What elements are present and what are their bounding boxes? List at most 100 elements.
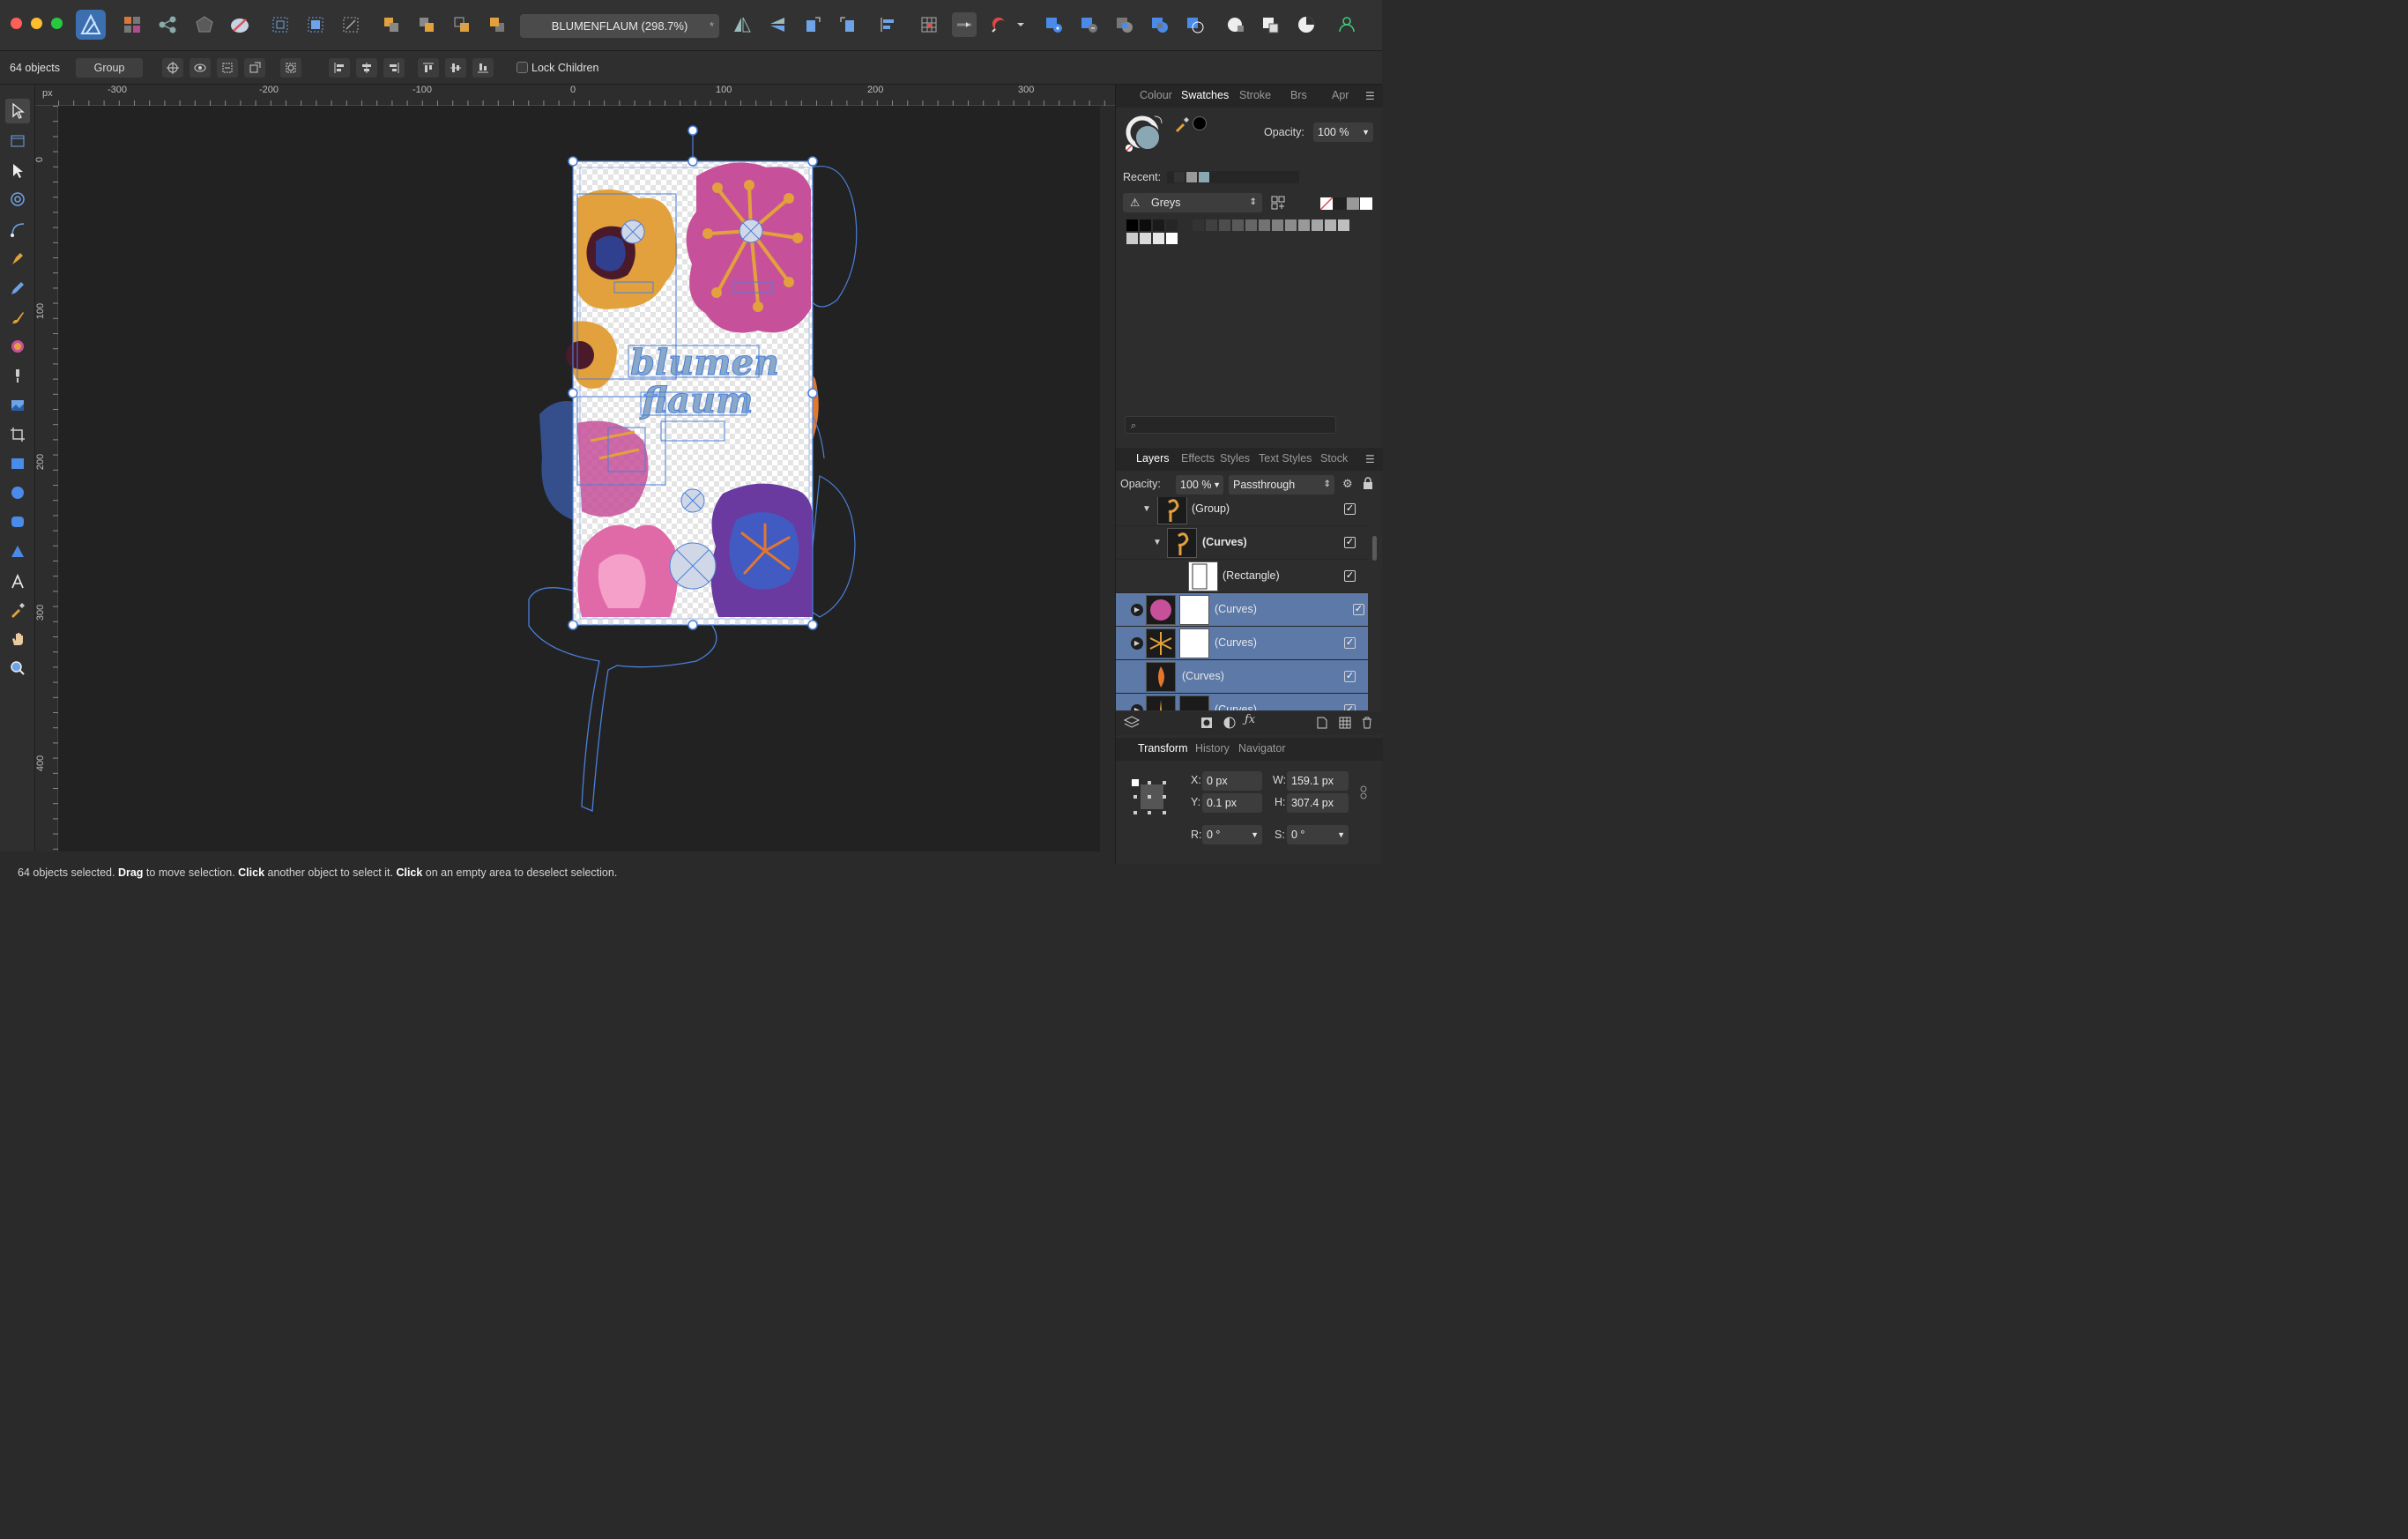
tab-effects[interactable]: Effects xyxy=(1181,452,1215,465)
transparency-tool-icon[interactable] xyxy=(5,363,30,388)
layer-visibility-checkbox[interactable]: ✓ xyxy=(1344,704,1356,710)
blend-mode-select[interactable]: Passthrough ⇕ xyxy=(1229,475,1334,494)
rotate-left-icon[interactable] xyxy=(800,12,825,37)
ellipse-tool-icon[interactable] xyxy=(5,480,30,505)
tab-colour[interactable]: Colour xyxy=(1140,89,1172,101)
snapping-magnet-icon[interactable] xyxy=(987,12,1012,37)
rotation-field[interactable]: 0 ° ▼ xyxy=(1202,825,1262,844)
expand-triangle-icon[interactable]: ▶ xyxy=(1131,604,1143,616)
move-to-back-icon[interactable] xyxy=(379,12,404,37)
snapping-options-chevron-icon[interactable] xyxy=(1014,12,1028,37)
pen-tool-icon[interactable] xyxy=(5,246,30,271)
expand-triangle-icon[interactable]: ▶ xyxy=(1131,637,1143,650)
fill-stroke-wells[interactable] xyxy=(1125,115,1165,155)
crop-tool-icon[interactable] xyxy=(5,422,30,447)
close-window-button[interactable] xyxy=(11,18,22,29)
group-button[interactable]: Group xyxy=(76,58,143,78)
boolean-intersect-icon[interactable] xyxy=(1112,12,1137,37)
rotate-mode-icon[interactable] xyxy=(280,58,301,78)
grid-icon[interactable] xyxy=(268,12,293,37)
chevron-down-icon[interactable]: ▼ xyxy=(1151,537,1163,549)
canvas[interactable]: blumen flaum xyxy=(58,106,1100,851)
eye-icon[interactable] xyxy=(190,58,211,78)
boolean-xor-icon[interactable] xyxy=(1148,12,1172,37)
rotate-right-icon[interactable] xyxy=(836,12,860,37)
layers-scrollbar[interactable] xyxy=(1372,536,1377,561)
layer-row[interactable]: ▼ (Curves) ✓ xyxy=(1116,526,1368,560)
export-persona-icon[interactable] xyxy=(155,12,180,37)
pencil-tool-icon[interactable] xyxy=(5,276,30,301)
link-proportions-icon[interactable] xyxy=(1360,785,1367,802)
x-position-field[interactable]: 0 px xyxy=(1202,771,1262,791)
layer-visibility-checkbox[interactable]: ✓ xyxy=(1344,637,1356,649)
resize-icon[interactable] xyxy=(244,58,265,78)
pixel-persona-icon[interactable] xyxy=(120,12,145,37)
tab-history[interactable]: History xyxy=(1195,742,1230,755)
align-right-icon[interactable] xyxy=(383,58,405,78)
width-field[interactable]: 159.1 px xyxy=(1287,771,1349,791)
tab-navigator[interactable]: Navigator xyxy=(1238,742,1286,755)
boolean-add-icon[interactable] xyxy=(1042,12,1067,37)
fx-icon[interactable]: ƒx xyxy=(1245,713,1255,726)
transform-mode-icon[interactable] xyxy=(338,12,363,37)
gear-icon[interactable]: ⚙ xyxy=(1342,477,1353,491)
layer-row[interactable]: (Curves) ✓ xyxy=(1116,660,1368,694)
snapping-cloud-icon[interactable] xyxy=(227,12,252,37)
tab-layers[interactable]: Layers xyxy=(1136,452,1170,465)
mask-layer-icon[interactable] xyxy=(1200,717,1213,732)
shear-field[interactable]: 0 ° ▼ xyxy=(1287,825,1349,844)
layer-visibility-checkbox[interactable]: ✓ xyxy=(1353,604,1364,615)
layer-row[interactable]: ▼ (Group) ✓ xyxy=(1116,497,1368,526)
layer-row[interactable]: (Rectangle) ✓ xyxy=(1116,560,1368,593)
assistant-icon[interactable] xyxy=(192,12,217,37)
palette-selector[interactable]: ⚠ Greys ⇕ xyxy=(1123,193,1262,212)
tab-stroke[interactable]: Stroke xyxy=(1239,89,1271,101)
align-middle-icon[interactable] xyxy=(445,58,466,78)
layers-stack-icon[interactable] xyxy=(1123,716,1141,732)
zoom-window-button[interactable] xyxy=(51,18,63,29)
align-top-icon[interactable] xyxy=(418,58,439,78)
vector-brush-tool-icon[interactable] xyxy=(5,305,30,330)
place-image-tool-icon[interactable] xyxy=(5,393,30,418)
scale-icon[interactable] xyxy=(217,58,238,78)
zoom-tool-icon[interactable] xyxy=(5,656,30,680)
tab-styles[interactable]: Styles xyxy=(1220,452,1250,465)
boolean-subtract-icon[interactable] xyxy=(1077,12,1102,37)
user-account-icon[interactable] xyxy=(1334,12,1359,37)
adjustment-icon[interactable] xyxy=(1223,717,1236,732)
pie-shape-icon[interactable] xyxy=(1294,12,1319,37)
tab-stock[interactable]: Stock xyxy=(1320,452,1348,465)
delete-layer-icon[interactable] xyxy=(1362,717,1372,732)
align-center-icon[interactable] xyxy=(356,58,377,78)
boolean-divide-icon[interactable] xyxy=(1183,12,1208,37)
anchor-point-selector[interactable] xyxy=(1130,777,1171,818)
panel-menu-icon[interactable]: ☰ xyxy=(1365,90,1375,102)
recent-swatch[interactable] xyxy=(1174,172,1185,182)
height-field[interactable]: 307.4 px xyxy=(1287,793,1349,813)
new-layer-icon[interactable] xyxy=(1317,717,1327,732)
black-swatch[interactable] xyxy=(1334,197,1346,210)
horizontal-ruler[interactable]: px -300 -200 -100 0 100 200 300 xyxy=(35,85,1115,106)
minimize-window-button[interactable] xyxy=(31,18,42,29)
document-title[interactable]: BLUMENFLAUM (298.7%) * xyxy=(520,14,719,38)
swatch-search-input[interactable]: ⌕ xyxy=(1125,416,1336,434)
flip-horizontal-icon[interactable] xyxy=(730,12,754,37)
insert-inside-icon[interactable] xyxy=(303,12,328,37)
chevron-down-icon[interactable]: ▼ xyxy=(1141,503,1153,516)
layer-row[interactable]: ▶ (Curves) ✓ xyxy=(1116,593,1368,627)
eyedropper-icon[interactable] xyxy=(1174,116,1190,135)
recent-swatch[interactable] xyxy=(1199,172,1209,182)
snapping-grid-icon[interactable] xyxy=(917,12,941,37)
grey-swatch[interactable] xyxy=(1347,197,1359,210)
fill-tool-icon[interactable] xyxy=(5,334,30,359)
tab-swatches[interactable]: Swatches xyxy=(1181,89,1229,101)
artboard-tool-icon[interactable] xyxy=(5,129,30,153)
tab-brushes[interactable]: Brs xyxy=(1290,89,1307,101)
layer-visibility-checkbox[interactable]: ✓ xyxy=(1344,570,1356,582)
grey-palette-grid[interactable] xyxy=(1126,219,1351,246)
lock-children-checkbox[interactable] xyxy=(517,62,528,73)
move-to-front-icon[interactable] xyxy=(485,12,509,37)
geometry-separate-icon[interactable] xyxy=(1259,12,1283,37)
tab-text-styles[interactable]: Text Styles xyxy=(1259,452,1312,465)
rectangle-tool-icon[interactable] xyxy=(5,451,30,476)
